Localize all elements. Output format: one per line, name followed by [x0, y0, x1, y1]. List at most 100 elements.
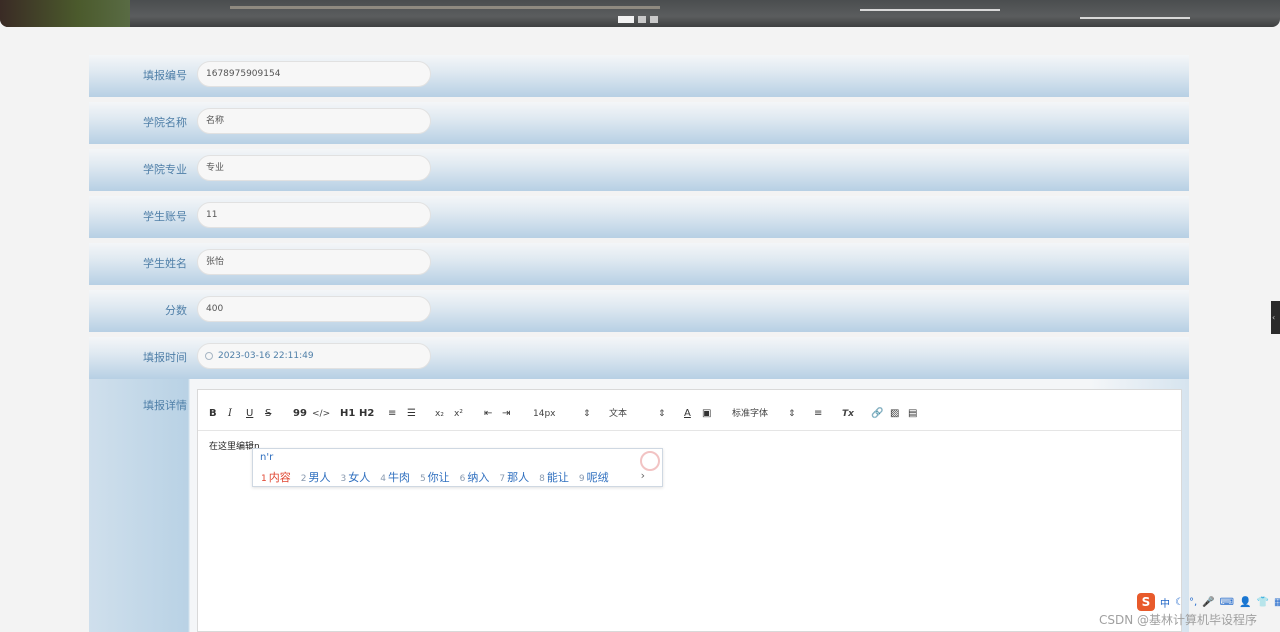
- candidate-text: 牛肉: [387, 471, 410, 484]
- indent-icon[interactable]: ⇥: [502, 409, 510, 419]
- candidate-text: 你让: [427, 471, 450, 484]
- chevron-updown-icon: ⇕: [583, 409, 591, 419]
- strike-button[interactable]: S: [265, 409, 271, 419]
- field-label: 填报时间: [143, 351, 187, 364]
- form-row-student-name: 学生姓名 张怡: [89, 238, 1189, 285]
- ime-candidate[interactable]: 6 纳入: [460, 469, 490, 485]
- font-color-icon[interactable]: A: [684, 409, 691, 419]
- ime-candidate-list: 1 内容 2 男人 3 女人 4 牛肉 5 你让 6 纳入 7 那人 8 能让 9 呢绒: [261, 469, 619, 485]
- microphone-icon[interactable]: 🎤: [1202, 597, 1214, 608]
- field-label: 学生账号: [143, 210, 187, 223]
- background-color-icon[interactable]: ▣: [702, 409, 711, 419]
- watermark: CSDN @基林计算机毕设程序: [1099, 613, 1258, 627]
- report-form: 填报编号 1678975909154 学院名称 名称 学院专业 专业 学生账号 …: [89, 50, 1189, 379]
- field-label: 学生姓名: [143, 257, 187, 270]
- punctuation-icon[interactable]: °,: [1189, 597, 1197, 608]
- ime-mode-toggle[interactable]: 中: [1160, 595, 1170, 610]
- form-row-student-account: 学生账号 11: [89, 191, 1189, 238]
- score-input[interactable]: 400: [197, 296, 431, 322]
- align-icon[interactable]: ≡: [814, 409, 822, 419]
- banner-image: [0, 0, 130, 27]
- candidate-number: 9: [578, 474, 585, 484]
- candidate-number: 2: [300, 474, 307, 484]
- candidate-text: 能让: [546, 471, 569, 484]
- underline-button[interactable]: U: [246, 409, 253, 419]
- ime-candidate[interactable]: 5 你让: [420, 469, 450, 485]
- form-row-college-name: 学院名称 名称: [89, 97, 1189, 144]
- chevron-updown-icon: ⇕: [658, 409, 666, 419]
- clear-format-button[interactable]: Tx: [842, 409, 854, 419]
- candidate-number: 3: [340, 474, 347, 484]
- menu-icon[interactable]: ▦: [1274, 597, 1280, 608]
- paragraph-select[interactable]: 文本: [609, 409, 627, 419]
- form-row-report-id: 填报编号 1678975909154: [89, 50, 1189, 97]
- h2-button[interactable]: H2: [359, 409, 374, 419]
- report-id-input[interactable]: 1678975909154: [197, 61, 431, 87]
- ime-candidate-popup: n'r 1 内容 2 男人 3 女人 4 牛肉 5 你让 6 纳入 7 那人 8 能让 9 呢绒 …: [252, 448, 663, 487]
- report-time-value: 2023-03-16 22:11:49: [218, 351, 314, 361]
- carousel-dot[interactable]: [650, 16, 658, 23]
- ime-candidate[interactable]: 4 牛肉: [380, 469, 410, 485]
- candidate-number: 4: [380, 474, 386, 484]
- carousel-dot[interactable]: [618, 16, 634, 23]
- carousel-indicators: [618, 16, 658, 23]
- side-toggle-tab[interactable]: ‹: [1271, 301, 1280, 334]
- field-label: 填报详情: [143, 399, 187, 412]
- field-label: 学院专业: [143, 163, 187, 176]
- ime-candidate[interactable]: 8 能让: [539, 469, 569, 485]
- skin-icon[interactable]: 👕: [1257, 597, 1269, 608]
- rich-text-editor[interactable]: B I U S 99 </> H1 H2 ≡ ☰ x₂ x² ⇤ ⇥ 14px …: [197, 389, 1182, 632]
- h1-button[interactable]: H1: [340, 409, 355, 419]
- quote-button[interactable]: 99: [293, 409, 307, 419]
- bullet-list-icon[interactable]: ☰: [407, 409, 416, 419]
- ime-candidate[interactable]: 3 女人: [340, 469, 370, 485]
- banner-image-detail: [1080, 17, 1190, 19]
- college-major-input[interactable]: 专业: [197, 155, 431, 181]
- candidate-number: 5: [419, 474, 426, 484]
- code-button[interactable]: </>: [312, 409, 330, 419]
- report-time-picker[interactable]: 2023-03-16 22:11:49: [197, 343, 431, 369]
- ime-candidate[interactable]: 9 呢绒: [579, 469, 609, 485]
- bold-button[interactable]: B: [209, 409, 217, 419]
- ime-candidate[interactable]: 2 男人: [301, 469, 331, 485]
- candidate-text: 那人: [507, 471, 530, 484]
- field-label: 填报编号: [143, 69, 187, 82]
- form-row-report-time: 填报时间 2023-03-16 22:11:49: [89, 332, 1189, 379]
- ime-composition: n'r: [260, 452, 274, 463]
- superscript-button[interactable]: x²: [454, 409, 463, 419]
- image-icon[interactable]: ▨: [890, 409, 899, 419]
- candidate-text: 女人: [348, 471, 371, 484]
- video-icon[interactable]: ▤: [908, 409, 917, 419]
- ordered-list-icon[interactable]: ≡: [388, 409, 396, 419]
- chevron-updown-icon: ⇕: [788, 409, 796, 419]
- ime-next-page-button[interactable]: ›: [641, 469, 645, 482]
- editor-toolbar: B I U S 99 </> H1 H2 ≡ ☰ x₂ x² ⇤ ⇥ 14px …: [198, 390, 1181, 431]
- outdent-icon[interactable]: ⇤: [484, 409, 492, 419]
- italic-button[interactable]: I: [228, 409, 232, 419]
- banner-image-detail: [860, 9, 1000, 11]
- font-family-select[interactable]: 标准字体: [732, 409, 768, 419]
- keyboard-icon[interactable]: ⌨: [1220, 597, 1234, 608]
- candidate-text: 内容: [268, 471, 291, 484]
- user-icon[interactable]: 👤: [1239, 597, 1251, 608]
- student-account-input[interactable]: 11: [197, 202, 431, 228]
- college-name-input[interactable]: 名称: [197, 108, 431, 134]
- carousel-dot[interactable]: [638, 16, 646, 23]
- sogou-logo-icon[interactable]: S: [1137, 593, 1155, 611]
- candidate-text: 纳入: [467, 471, 490, 484]
- field-label: 分数: [165, 304, 187, 317]
- ime-candidate[interactable]: 7 那人: [499, 469, 529, 485]
- candidate-number: 6: [459, 474, 466, 484]
- form-row-college-major: 学院专业 专业: [89, 144, 1189, 191]
- banner-carousel: [0, 0, 1280, 27]
- link-icon[interactable]: 🔗: [871, 409, 883, 419]
- ime-status-bar: S 中 ☾ °, 🎤 ⌨ 👤 👕 ▦: [1137, 593, 1280, 611]
- moon-icon[interactable]: ☾: [1175, 597, 1184, 608]
- font-size-select[interactable]: 14px: [533, 409, 556, 419]
- subscript-button[interactable]: x₂: [435, 409, 444, 419]
- ime-logo-watermark: [640, 451, 660, 471]
- student-name-input[interactable]: 张怡: [197, 249, 431, 275]
- banner-image-detail: [230, 6, 660, 9]
- field-label: 学院名称: [143, 116, 187, 129]
- ime-candidate[interactable]: 1 内容: [261, 469, 291, 485]
